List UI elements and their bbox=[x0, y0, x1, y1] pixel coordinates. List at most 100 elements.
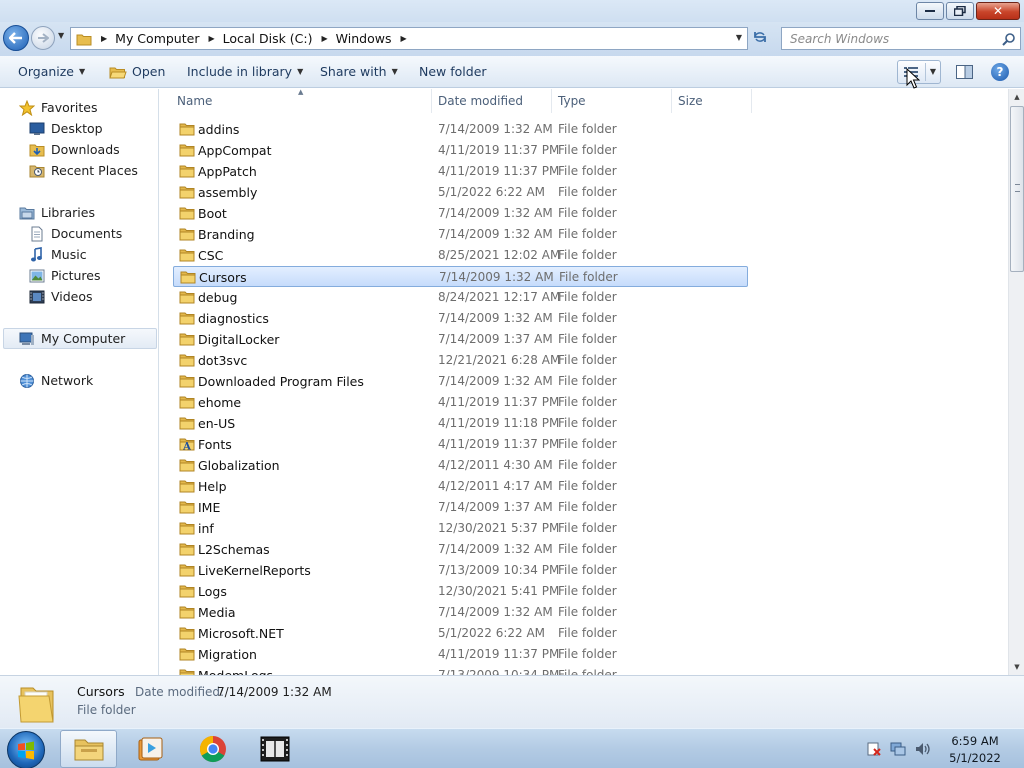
scroll-down-button[interactable]: ▼ bbox=[1009, 659, 1024, 675]
file-date-modified: 4/11/2019 11:37 PM bbox=[438, 143, 560, 157]
breadcrumb-separator[interactable]: ▶ bbox=[101, 34, 107, 43]
table-row[interactable]: addins 7/14/2009 1:32 AM File folder bbox=[173, 119, 748, 140]
action-center-icon[interactable] bbox=[866, 741, 882, 757]
organize-button[interactable]: Organize ▼ bbox=[18, 64, 85, 79]
nav-item-pictures[interactable]: Pictures bbox=[29, 265, 101, 286]
taskbar-clock[interactable]: 6:59 AM 5/1/2022 bbox=[940, 733, 1010, 767]
file-type: File folder bbox=[558, 584, 617, 598]
volume-icon[interactable] bbox=[914, 741, 930, 757]
file-type: File folder bbox=[558, 143, 617, 157]
date-modified-value: 7/14/2009 1:32 AM bbox=[217, 685, 332, 699]
nav-item-documents[interactable]: Documents bbox=[29, 223, 122, 244]
table-row[interactable]: Downloaded Program Files 7/14/2009 1:32 A… bbox=[173, 371, 748, 392]
folder-icon bbox=[179, 332, 195, 349]
preview-pane-button[interactable] bbox=[956, 65, 973, 82]
taskbar-chrome[interactable] bbox=[184, 730, 241, 768]
nav-item-favorites[interactable]: Favorites bbox=[19, 97, 97, 118]
address-dropdown[interactable]: ▼ bbox=[736, 33, 742, 42]
help-button[interactable]: ? bbox=[991, 63, 1009, 81]
breadcrumb-separator[interactable]: ▶ bbox=[322, 34, 328, 43]
file-name: inf bbox=[198, 521, 214, 536]
back-button[interactable] bbox=[3, 25, 29, 51]
nav-item-music[interactable]: Music bbox=[29, 244, 87, 265]
fonts-folder-icon: A bbox=[179, 437, 195, 454]
table-row[interactable]: Media 7/14/2009 1:32 AM File folder bbox=[173, 602, 748, 623]
table-row[interactable]: diagnostics 7/14/2009 1:32 AM File folder bbox=[173, 308, 748, 329]
refresh-button[interactable] bbox=[752, 30, 768, 48]
forward-button[interactable] bbox=[31, 26, 55, 50]
table-row[interactable]: dot3svc 12/21/2021 6:28 AM File folder bbox=[173, 350, 748, 371]
taskbar: 6:59 AM 5/1/2022 bbox=[0, 728, 1024, 768]
network-tray-icon[interactable] bbox=[890, 741, 906, 757]
chevron-down-icon[interactable]: ▼ bbox=[930, 67, 936, 76]
scroll-thumb[interactable] bbox=[1010, 106, 1024, 272]
folder-icon bbox=[179, 290, 195, 307]
breadcrumb-windows[interactable]: Windows bbox=[336, 31, 392, 46]
include-in-library-button[interactable]: Include in library ▼ bbox=[187, 64, 303, 79]
table-row[interactable]: A Fonts 4/11/2019 11:37 PM File folder bbox=[173, 434, 748, 455]
new-folder-button[interactable]: New folder bbox=[419, 64, 487, 79]
taskbar-media-player[interactable] bbox=[121, 730, 178, 768]
nav-item-network[interactable]: Network bbox=[19, 370, 93, 391]
restore-button[interactable] bbox=[946, 2, 974, 20]
table-row[interactable]: L2Schemas 7/14/2009 1:32 AM File folder bbox=[173, 539, 748, 560]
file-name: Globalization bbox=[198, 458, 280, 473]
column-header-size[interactable]: Size bbox=[672, 89, 752, 113]
nav-item-recent-places[interactable]: Recent Places bbox=[29, 160, 138, 181]
folder-icon bbox=[179, 227, 195, 244]
nav-item-desktop[interactable]: Desktop bbox=[29, 118, 103, 139]
table-row[interactable]: ehome 4/11/2019 11:37 PM File folder bbox=[173, 392, 748, 413]
table-row[interactable]: ModemLogs 7/13/2009 10:34 PMFile folder bbox=[173, 665, 748, 675]
column-header-name[interactable]: Name ▲ bbox=[160, 89, 432, 113]
breadcrumb-local-disk[interactable]: Local Disk (C:) bbox=[223, 31, 313, 46]
file-name: L2Schemas bbox=[198, 542, 270, 557]
table-row[interactable]: Boot 7/14/2009 1:32 AM File folder bbox=[173, 203, 748, 224]
search-box[interactable]: Search Windows bbox=[781, 27, 1021, 50]
nav-item-libraries[interactable]: Libraries bbox=[19, 202, 95, 223]
minimize-button[interactable] bbox=[916, 2, 944, 20]
file-date-modified: 7/13/2009 10:34 PM bbox=[438, 563, 560, 577]
taskbar-video-app[interactable] bbox=[246, 730, 303, 768]
column-label: Type bbox=[558, 94, 586, 108]
search-input[interactable]: Search Windows bbox=[782, 32, 1002, 46]
file-type: File folder bbox=[558, 605, 617, 619]
vertical-scrollbar[interactable]: ▲ ▼ bbox=[1008, 89, 1024, 675]
table-row[interactable]: Cursors 7/14/2009 1:32 AM File folder bbox=[173, 266, 748, 287]
file-name: Microsoft.NET bbox=[198, 626, 284, 641]
table-row[interactable]: assembly 5/1/2022 6:22 AM File folder bbox=[173, 182, 748, 203]
column-header-date-modified[interactable]: Date modified bbox=[432, 89, 552, 113]
address-bar[interactable]: ▶ My Computer ▶ Local Disk (C:) ▶ Window… bbox=[70, 27, 748, 50]
table-row[interactable]: Help 4/12/2011 4:17 AM File folder bbox=[173, 476, 748, 497]
open-label: Open bbox=[132, 64, 166, 79]
breadcrumb-my-computer[interactable]: My Computer bbox=[115, 31, 199, 46]
table-row[interactable]: AppPatch 4/11/2019 11:37 PM File folder bbox=[173, 161, 748, 182]
recent-pages-dropdown[interactable]: ▼ bbox=[58, 31, 64, 40]
breadcrumb-separator[interactable]: ▶ bbox=[400, 34, 406, 43]
table-row[interactable]: Migration 4/11/2019 11:37 PM File folder bbox=[173, 644, 748, 665]
search-icon[interactable] bbox=[1002, 32, 1016, 46]
nav-item-videos[interactable]: Videos bbox=[29, 286, 93, 307]
scroll-up-button[interactable]: ▲ bbox=[1009, 89, 1024, 105]
table-row[interactable]: en-US 4/11/2019 11:18 PM File folder bbox=[173, 413, 748, 434]
table-row[interactable]: Logs 12/30/2021 5:41 PM File folder bbox=[173, 581, 748, 602]
table-row[interactable]: inf 12/30/2021 5:37 PM File folder bbox=[173, 518, 748, 539]
breadcrumb-separator[interactable]: ▶ bbox=[208, 34, 214, 43]
nav-item-downloads[interactable]: Downloads bbox=[29, 139, 120, 160]
table-row[interactable]: AppCompat 4/11/2019 11:37 PM File folder bbox=[173, 140, 748, 161]
share-with-button[interactable]: Share with ▼ bbox=[320, 64, 398, 79]
file-name: Logs bbox=[198, 584, 227, 599]
nav-item-my-computer[interactable]: My Computer bbox=[3, 328, 157, 349]
taskbar-explorer[interactable] bbox=[60, 730, 117, 768]
table-row[interactable]: debug 8/24/2021 12:17 AM File folder bbox=[173, 287, 748, 308]
table-row[interactable]: IME 7/14/2009 1:37 AM File folder bbox=[173, 497, 748, 518]
table-row[interactable]: CSC 8/25/2021 12:02 AM File folder bbox=[173, 245, 748, 266]
close-button[interactable]: ✕ bbox=[976, 2, 1020, 20]
table-row[interactable]: DigitalLocker 7/14/2009 1:37 AM File folde… bbox=[173, 329, 748, 350]
table-row[interactable]: Branding 7/14/2009 1:32 AM File folder bbox=[173, 224, 748, 245]
table-row[interactable]: Globalization 4/12/2011 4:30 AM File folde… bbox=[173, 455, 748, 476]
column-header-type[interactable]: Type bbox=[552, 89, 672, 113]
table-row[interactable]: Microsoft.NET 5/1/2022 6:22 AM File folder bbox=[173, 623, 748, 644]
table-row[interactable]: LiveKernelReports 7/13/2009 10:34 PM File … bbox=[173, 560, 748, 581]
open-button[interactable]: Open bbox=[109, 64, 165, 79]
start-button[interactable] bbox=[7, 731, 45, 768]
